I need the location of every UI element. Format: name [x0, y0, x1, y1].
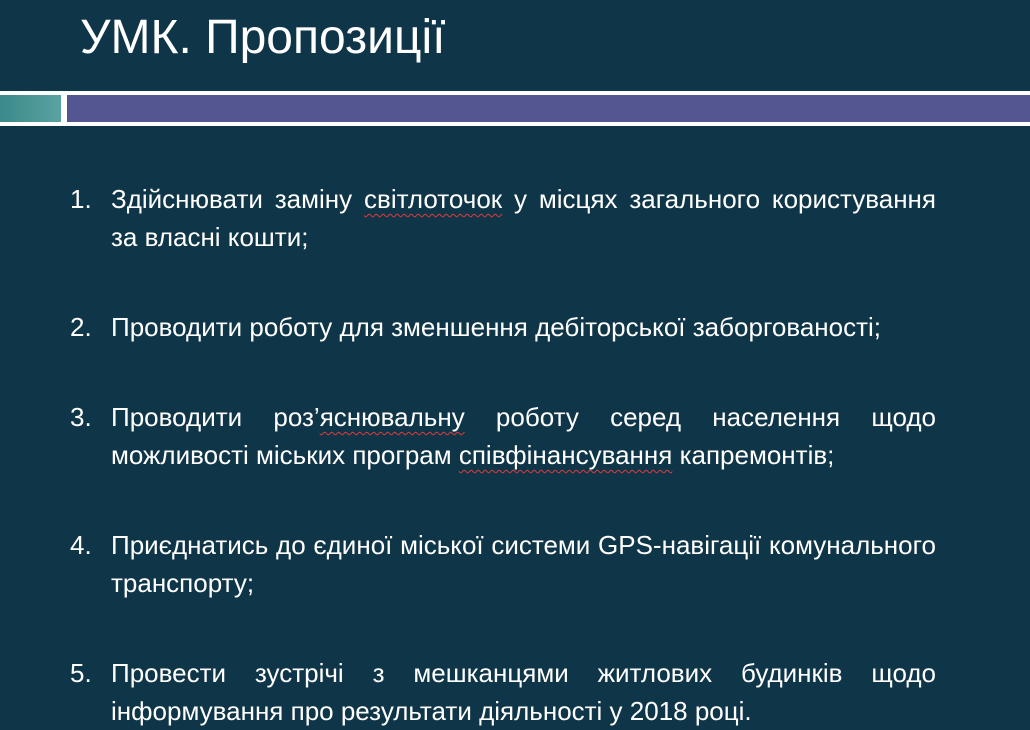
spellcheck-flagged-word: яснювальну: [319, 402, 465, 432]
title-divider: [0, 91, 1030, 127]
proposal-list: 1. Здійснювати заміну світлоточок у місц…: [70, 180, 936, 730]
item-number: 5.: [70, 658, 92, 688]
item-number: 3.: [70, 402, 92, 432]
item-number: 4.: [70, 530, 92, 560]
divider-teal-block: [0, 95, 61, 122]
item-text: Здійснювати заміну світлоточок у місцях …: [111, 184, 936, 252]
spellcheck-flagged-word: співфінансування: [458, 440, 673, 470]
item-text: Проводити роботу для зменшення дебіторсь…: [111, 312, 882, 342]
item-number: 2.: [70, 312, 92, 342]
list-item-3: 3. Проводити роз’яснювальну роботу серед…: [70, 398, 936, 474]
item-text-part: капремонтів;: [672, 440, 835, 470]
item-text: Проводити роз’яснювальну роботу серед на…: [111, 402, 936, 470]
item-text-part: Проводити роз’: [111, 402, 320, 432]
item-text-part: Здійснювати заміну: [111, 184, 364, 214]
item-text: Приєднатись до єдиної міської системи GP…: [111, 530, 936, 598]
list-item-1: 1. Здійснювати заміну світлоточок у місц…: [70, 180, 936, 256]
slide: УМК. Пропозиції 1. Здійснювати заміну св…: [0, 0, 1030, 727]
item-number: 1.: [70, 184, 92, 214]
slide-title: УМК. Пропозиції: [80, 11, 446, 64]
divider-purple-bar: [67, 95, 1030, 122]
divider-bottom-line: [0, 122, 1030, 126]
item-text: Провести зустрічі з мешканцями житлових …: [111, 658, 936, 726]
list-item-2: 2. Проводити роботу для зменшення дебіто…: [70, 308, 936, 346]
list-item-5: 5. Провести зустрічі з мешканцями житлов…: [70, 654, 936, 730]
spellcheck-flagged-word: світлоточок: [364, 184, 503, 214]
list-item-4: 4. Приєднатись до єдиної міської системи…: [70, 526, 936, 602]
